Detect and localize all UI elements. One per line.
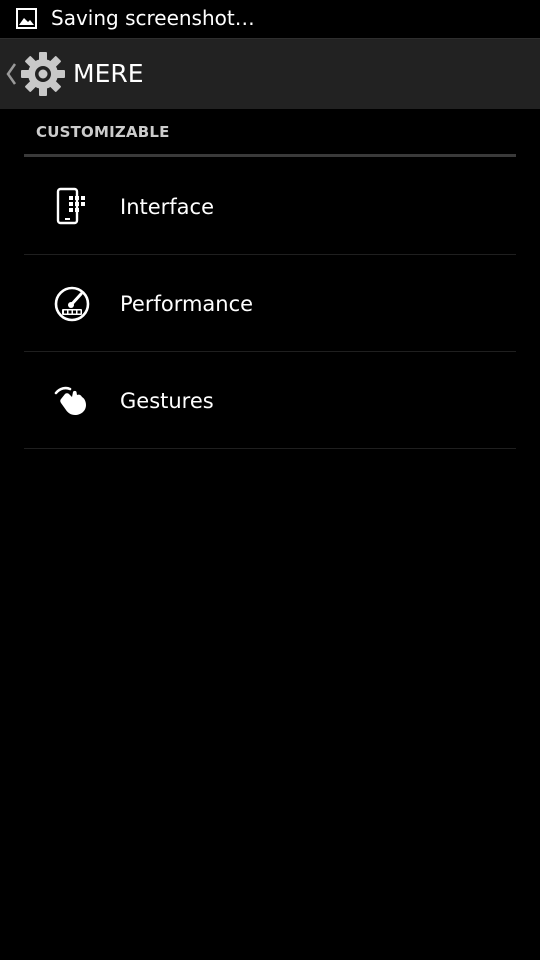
preference-list: Interface Performance Gestures bbox=[24, 158, 516, 449]
speedometer-icon bbox=[54, 286, 90, 322]
action-bar: MERE bbox=[0, 38, 540, 109]
section-header: CUSTOMIZABLE bbox=[24, 109, 516, 157]
up-navigation-button[interactable]: MERE bbox=[0, 39, 150, 109]
image-icon bbox=[16, 8, 37, 29]
status-bar: Saving screenshot… bbox=[0, 0, 540, 38]
preference-item-interface[interactable]: Interface bbox=[24, 158, 516, 255]
chevron-left-icon bbox=[6, 63, 17, 85]
preference-title: Performance bbox=[120, 292, 254, 316]
phone-grid-icon bbox=[56, 187, 85, 225]
swipe-hand-icon bbox=[54, 386, 86, 415]
preference-title: Gestures bbox=[120, 389, 214, 413]
preference-item-gestures[interactable]: Gestures bbox=[24, 352, 516, 449]
preference-item-performance[interactable]: Performance bbox=[24, 255, 516, 352]
preference-title: Interface bbox=[120, 195, 215, 219]
app-title: MERE bbox=[73, 59, 144, 88]
section-header-label: CUSTOMIZABLE bbox=[36, 123, 170, 141]
status-notification-text: Saving screenshot… bbox=[51, 6, 255, 30]
gear-icon bbox=[21, 52, 65, 96]
